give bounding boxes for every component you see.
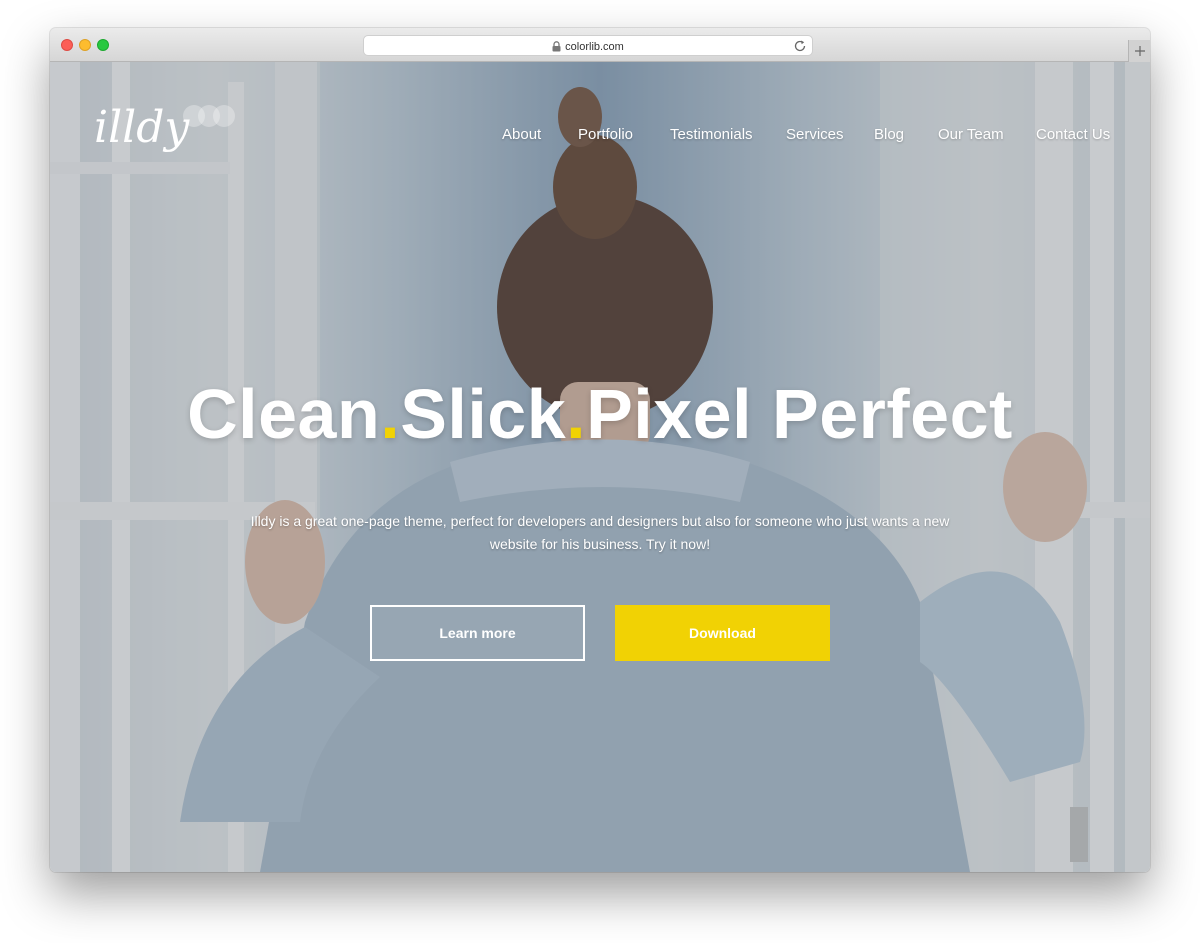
main-navigation: About Portfolio Testimonials Services Bl… (50, 124, 1150, 146)
hero-description: Illdy is a great one-page theme, perfect… (250, 513, 950, 552)
nav-item-blog[interactable]: Blog (874, 124, 904, 146)
nav-item-our-team[interactable]: Our Team (938, 124, 1004, 146)
close-window-button[interactable] (61, 39, 73, 51)
hero-overlay (50, 62, 1150, 872)
new-tab-button[interactable] (1128, 40, 1150, 62)
nav-item-about[interactable]: About (502, 124, 541, 146)
page-viewport: illdy About Portfolio Testimonials Servi… (50, 62, 1150, 872)
hero-title-dot: . (380, 375, 401, 453)
download-button[interactable]: Download (615, 605, 830, 661)
zoom-window-button[interactable] (97, 39, 109, 51)
plus-icon (1134, 46, 1145, 56)
learn-more-button[interactable]: Learn more (370, 605, 585, 661)
nav-item-portfolio[interactable]: Portfolio (578, 124, 633, 146)
nav-item-contact-us[interactable]: Contact Us (1036, 124, 1110, 146)
nav-item-services[interactable]: Services (786, 124, 844, 146)
hero-title-word-slick: Slick (400, 375, 567, 453)
address-bar-content: colorlib.com (364, 36, 812, 57)
lock-icon (552, 41, 561, 52)
address-bar-url: colorlib.com (565, 40, 624, 53)
reload-icon[interactable] (793, 39, 807, 53)
hero-title-word-pixel-perfect: Pixel Perfect (586, 375, 1013, 453)
address-bar[interactable]: colorlib.com (363, 35, 813, 56)
minimize-window-button[interactable] (79, 39, 91, 51)
hero-title-dot: . (566, 375, 587, 453)
hero-title: Clean.Slick.Pixel Perfect (50, 374, 1150, 454)
browser-window: colorlib.com illdy About Portfolio Testi… (50, 28, 1150, 872)
hero-title-word-clean: Clean (187, 375, 381, 453)
browser-titlebar: colorlib.com (50, 28, 1150, 62)
nav-item-testimonials[interactable]: Testimonials (670, 124, 753, 146)
